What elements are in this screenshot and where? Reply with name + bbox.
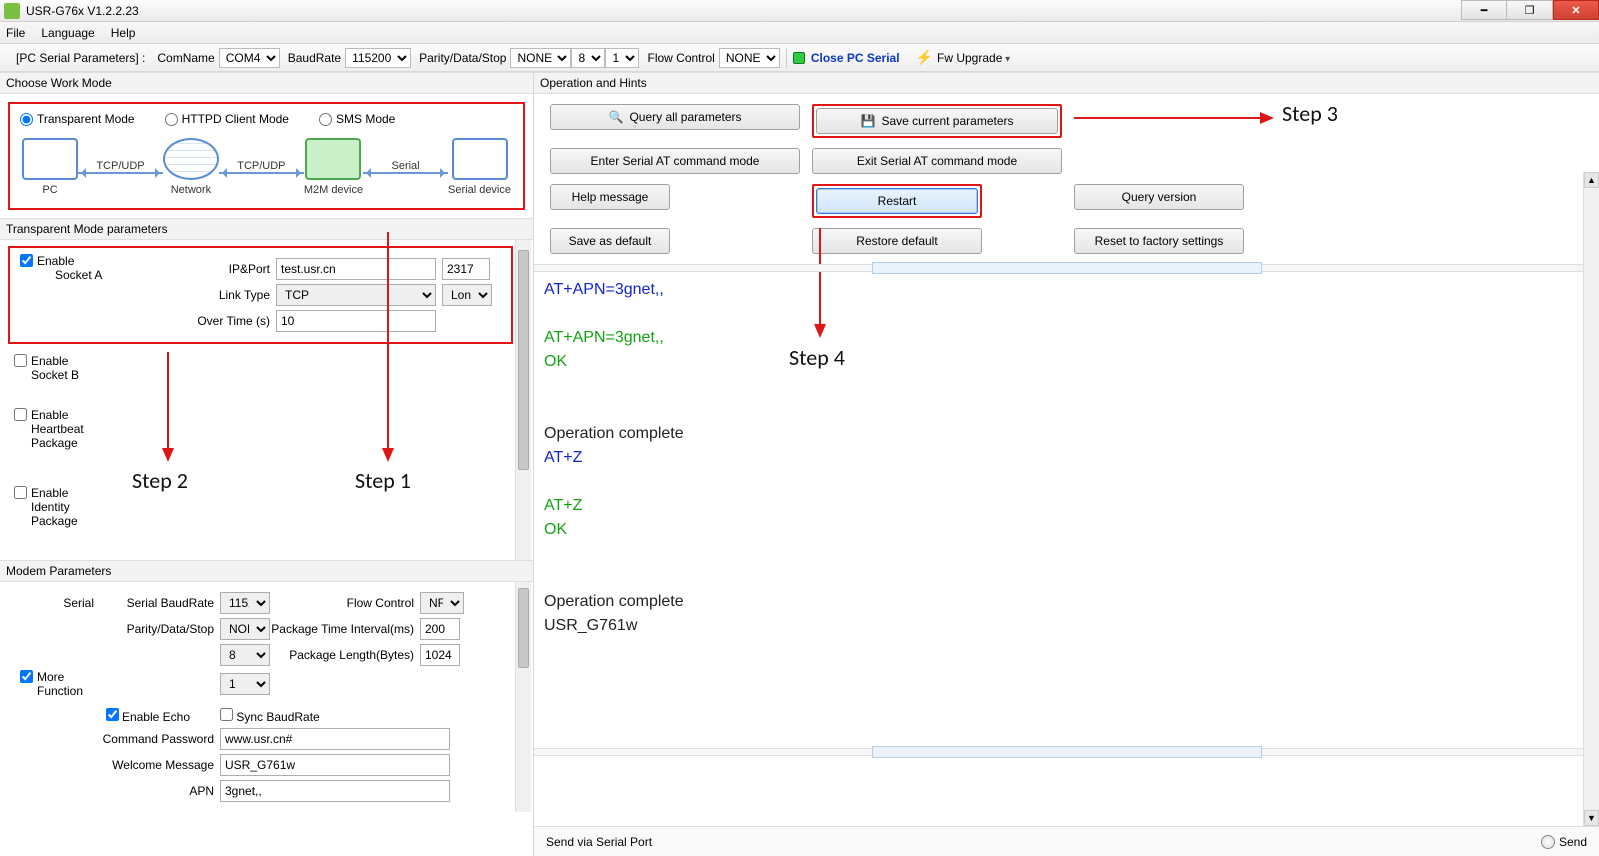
serial-device-icon [452,138,508,180]
enter-at-button[interactable]: Enter Serial AT command mode [550,148,800,174]
separator [786,48,787,68]
send-button[interactable]: Send [1541,835,1587,849]
workmode-box: Transparent Mode HTTPD Client Mode SMS M… [8,102,525,210]
parity-select[interactable]: NONE [510,48,571,68]
radio-sms[interactable]: SMS Mode [319,112,395,126]
enable-socket-a[interactable]: EnableSocket A [20,254,102,282]
modem-header: Modem Parameters [0,560,533,582]
socket-a-box: EnableSocket A IP&Port Link Type TCP Lon… [8,246,513,344]
serial-flow-select[interactable]: NFC [420,592,464,614]
linktype-select[interactable]: TCP [276,284,436,306]
bottom-bar: Send via Serial Port Send [534,826,1599,856]
help-button[interactable]: Help message [550,184,670,210]
send-via-select[interactable]: Send via Serial Port [546,835,652,849]
scroll-up-icon[interactable]: ▲ [1584,172,1599,188]
toolbar: [PC Serial Parameters] : ComName COM4 Ba… [0,44,1599,72]
close-button[interactable]: ✕ [1553,0,1599,20]
send-icon [1541,835,1555,849]
reset-factory-button[interactable]: Reset to factory settings [1074,228,1244,254]
query-all-button[interactable]: 🔍Query all parameters [550,104,800,130]
radio-transparent[interactable]: Transparent Mode [20,112,135,126]
ipport-label: IP&Port [136,262,276,276]
enable-socket-b[interactable]: EnableSocket B [14,354,533,382]
minimize-button[interactable]: ━ [1461,0,1507,20]
query-version-button[interactable]: Query version [1074,184,1244,210]
workmode-header: Choose Work Mode [0,72,533,94]
enable-heartbeat[interactable]: EnableHeartbeatPackage [14,408,533,450]
restart-outline: Restart [812,184,982,218]
menu-bar: File Language Help [0,22,1599,44]
save-current-button[interactable]: 💾Save current parameters [816,108,1058,134]
close-serial-button[interactable]: Close PC Serial [811,51,900,65]
flow-select[interactable]: NONE [719,48,780,68]
databits-select[interactable]: 8 [571,48,605,68]
title-bar: USR-G76x V1.2.2.23 ━ ❐ ✕ [0,0,1599,22]
ip-input[interactable] [276,258,436,280]
app-icon [4,3,20,19]
serial-baud-select[interactable]: 11520 [220,592,270,614]
ops-header: Operation and Hints [534,72,1599,94]
apn-input[interactable] [220,780,450,802]
ops-buttons: 🔍Query all parameters 💾Save current para… [534,94,1599,264]
menu-file[interactable]: File [6,26,25,40]
linktype-label: Link Type [136,288,276,302]
scroll-down-icon[interactable]: ▼ [1584,810,1599,826]
pti-input[interactable] [420,618,460,640]
network-icon [163,138,219,180]
window-title: USR-G76x V1.2.2.23 [26,4,139,18]
comname-label: ComName [157,51,214,65]
sync-baud-check[interactable]: Sync BaudRate [220,708,320,724]
serial-parity-select[interactable]: NONE [220,618,270,640]
splitter-top[interactable] [534,264,1599,272]
pds-label: Parity/Data/Stop [419,51,506,65]
menu-language[interactable]: Language [41,26,94,40]
more-function-check[interactable] [20,670,33,683]
pc-icon [22,138,78,180]
enable-identity[interactable]: EnableIdentityPackage [14,486,533,528]
welcome-input[interactable] [220,754,450,776]
overtime-input[interactable] [276,310,436,332]
restore-default-button[interactable]: Restore default [812,228,982,254]
menu-help[interactable]: Help [111,26,136,40]
save-default-button[interactable]: Save as default [550,228,670,254]
flow-label: Flow Control [647,51,714,65]
serial-stop-select[interactable]: 1 [220,673,270,695]
bolt-icon: ⚡ [916,49,933,66]
cmdpw-input[interactable] [220,728,450,750]
serial-data-select[interactable]: 8 [220,644,270,666]
port-input[interactable] [442,258,490,280]
restart-button[interactable]: Restart [816,188,978,214]
trans-header: Transparent Mode parameters [0,218,533,240]
modem-params: Serial Serial BaudRate 11520 Flow Contro… [0,582,533,812]
baudrate-select[interactable]: 115200 [345,48,411,68]
modem-scrollbar[interactable] [515,582,531,812]
right-scrollbar[interactable]: ▲ ▼ [1583,172,1599,826]
comname-select[interactable]: COM4 [219,48,280,68]
longshort-select[interactable]: Long [442,284,492,306]
splitter-bottom[interactable] [534,748,1599,756]
serial-params-label: [PC Serial Parameters] : [16,51,145,65]
restore-button[interactable]: ❐ [1507,0,1553,20]
stopbits-select[interactable]: 1 [605,48,639,68]
serial-label: Serial [10,596,100,610]
serial-led-icon [793,52,805,64]
radio-httpd[interactable]: HTTPD Client Mode [165,112,289,126]
fw-upgrade-button[interactable]: Fw Upgrade [937,51,1010,65]
plen-input[interactable] [420,644,460,666]
exit-at-button[interactable]: Exit Serial AT command mode [812,148,1062,174]
console-output: AT+APN=3gnet,, AT+APN=3gnet,, OK Operati… [534,272,1599,748]
m2m-icon [305,138,361,180]
overtime-label: Over Time (s) [136,314,276,328]
save-outline: 💾Save current parameters [812,104,1062,138]
left-scrollbar[interactable] [515,240,531,560]
window-controls: ━ ❐ ✕ [1461,0,1599,20]
right-panel: Operation and Hints 🔍Query all parameter… [534,72,1599,856]
baudrate-label: BaudRate [288,51,341,65]
mode-diagram: PC TCP/UDP Network TCP/UDP M2M device Se… [16,134,517,200]
enable-echo-check[interactable]: Enable Echo [100,708,220,724]
left-panel: Choose Work Mode Transparent Mode HTTPD … [0,72,534,856]
